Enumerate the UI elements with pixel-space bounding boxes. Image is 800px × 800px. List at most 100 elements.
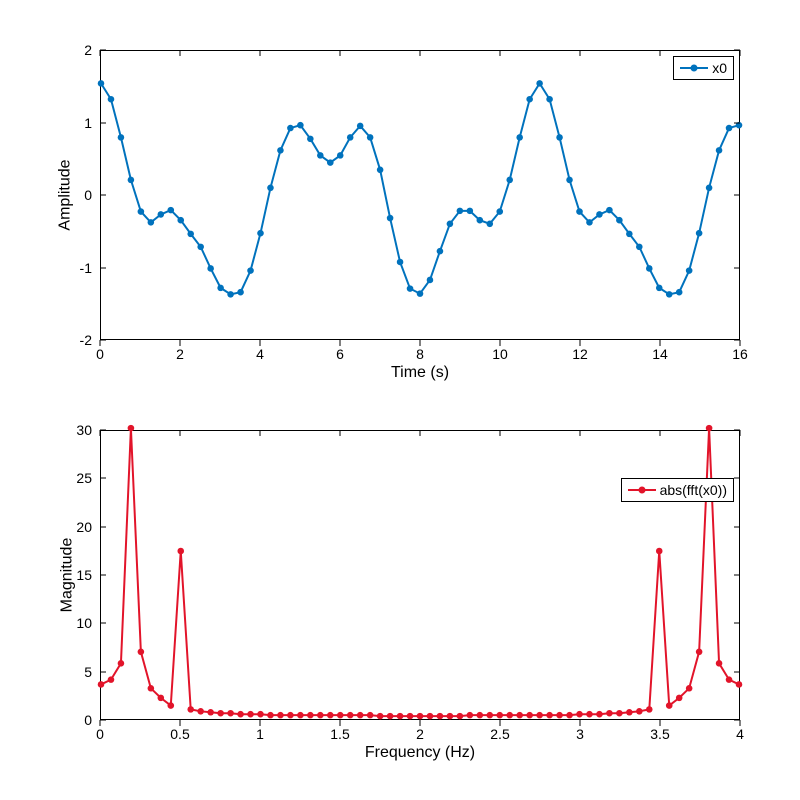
series-marker	[167, 702, 174, 709]
xtick-label: 0.5	[170, 726, 189, 742]
series-marker	[237, 711, 244, 718]
series-marker	[626, 709, 633, 716]
series-marker	[247, 711, 254, 718]
series-marker	[596, 211, 603, 218]
series-marker	[227, 710, 234, 717]
series-marker	[327, 159, 334, 166]
series-marker	[516, 134, 523, 141]
series-marker	[108, 96, 115, 103]
series-marker	[686, 685, 693, 692]
series-marker	[586, 711, 593, 718]
axes-frequency: Magnitude Frequency (Hz) abs(fft(x0)) 00…	[100, 430, 740, 720]
series-marker	[427, 713, 434, 720]
series-marker	[158, 211, 165, 218]
series-marker	[317, 712, 324, 719]
series-marker	[477, 712, 484, 719]
series-marker	[676, 695, 683, 702]
series-marker	[247, 267, 254, 274]
series-marker	[736, 681, 743, 688]
figure: Amplitude Time (s) x0 0246810121416-2-10…	[0, 0, 800, 800]
series-marker	[626, 231, 633, 238]
series-marker	[237, 289, 244, 296]
xtick-label: 8	[416, 346, 424, 362]
series-marker	[177, 548, 184, 555]
series-marker	[337, 712, 344, 719]
series-marker	[407, 285, 414, 292]
series-marker	[227, 291, 234, 298]
ytick-label: -1	[80, 260, 92, 276]
series-marker	[536, 80, 543, 87]
series-marker	[297, 122, 304, 129]
series-marker	[217, 285, 224, 292]
series-marker	[696, 649, 703, 656]
series-marker	[148, 685, 155, 692]
xtick-label: 2	[416, 726, 424, 742]
series-marker	[496, 208, 503, 215]
series-marker	[496, 712, 503, 719]
series-marker	[217, 710, 224, 717]
series-marker	[407, 713, 414, 720]
series-marker	[397, 259, 404, 266]
ylabel-bottom: Magnitude	[58, 538, 76, 613]
series-marker	[486, 221, 493, 228]
series-marker	[197, 244, 204, 251]
series-marker	[656, 285, 663, 292]
series-marker	[596, 711, 603, 718]
series-marker	[716, 147, 723, 154]
series-marker	[556, 712, 563, 719]
series-marker	[726, 125, 733, 132]
xtick-label: 14	[652, 346, 668, 362]
series-marker	[536, 712, 543, 719]
series-marker	[656, 548, 663, 555]
series-marker	[337, 152, 344, 159]
xtick-label: 4	[256, 346, 264, 362]
series-marker	[586, 219, 593, 226]
series-marker	[347, 712, 354, 719]
series-marker	[646, 706, 653, 713]
series-line	[101, 428, 739, 716]
series-marker	[167, 207, 174, 214]
series-marker	[387, 215, 394, 222]
series-marker	[506, 177, 513, 184]
ytick-label: 2	[84, 42, 92, 58]
series-marker	[706, 425, 713, 432]
series-marker	[437, 248, 444, 255]
series-marker	[576, 208, 583, 215]
series-marker	[138, 208, 145, 215]
series-marker	[118, 660, 125, 667]
legend-top: x0	[673, 56, 734, 80]
ytick-label: 1	[84, 115, 92, 131]
series-marker	[287, 125, 294, 132]
series-marker	[616, 710, 623, 717]
series-marker	[367, 134, 374, 141]
series-marker	[516, 712, 523, 719]
series-marker	[447, 713, 454, 720]
series-marker	[347, 134, 354, 141]
series-marker	[317, 152, 324, 159]
series-marker	[197, 708, 204, 715]
series-marker	[726, 676, 733, 683]
xtick-label: 2.5	[490, 726, 509, 742]
series-marker	[467, 208, 474, 215]
series-marker	[108, 676, 115, 683]
series-marker	[267, 712, 274, 719]
ytick-label: -2	[80, 332, 92, 348]
series-marker	[187, 231, 194, 238]
series-marker	[676, 289, 683, 296]
series-marker	[357, 123, 364, 130]
xtick-label: 3.5	[650, 726, 669, 742]
series-marker	[207, 265, 214, 272]
legend-bottom: abs(fft(x0))	[621, 478, 734, 502]
series-marker	[467, 712, 474, 719]
xtick-label: 10	[492, 346, 508, 362]
ytick-label: 5	[84, 664, 92, 680]
series-marker	[546, 96, 553, 103]
ytick-label: 10	[76, 615, 92, 631]
ytick-label: 0	[84, 712, 92, 728]
ytick-label: 25	[76, 470, 92, 486]
series-marker	[307, 136, 314, 143]
series-marker	[566, 712, 573, 719]
series-marker	[207, 709, 214, 716]
series-marker	[287, 712, 294, 719]
series-marker	[377, 167, 384, 174]
